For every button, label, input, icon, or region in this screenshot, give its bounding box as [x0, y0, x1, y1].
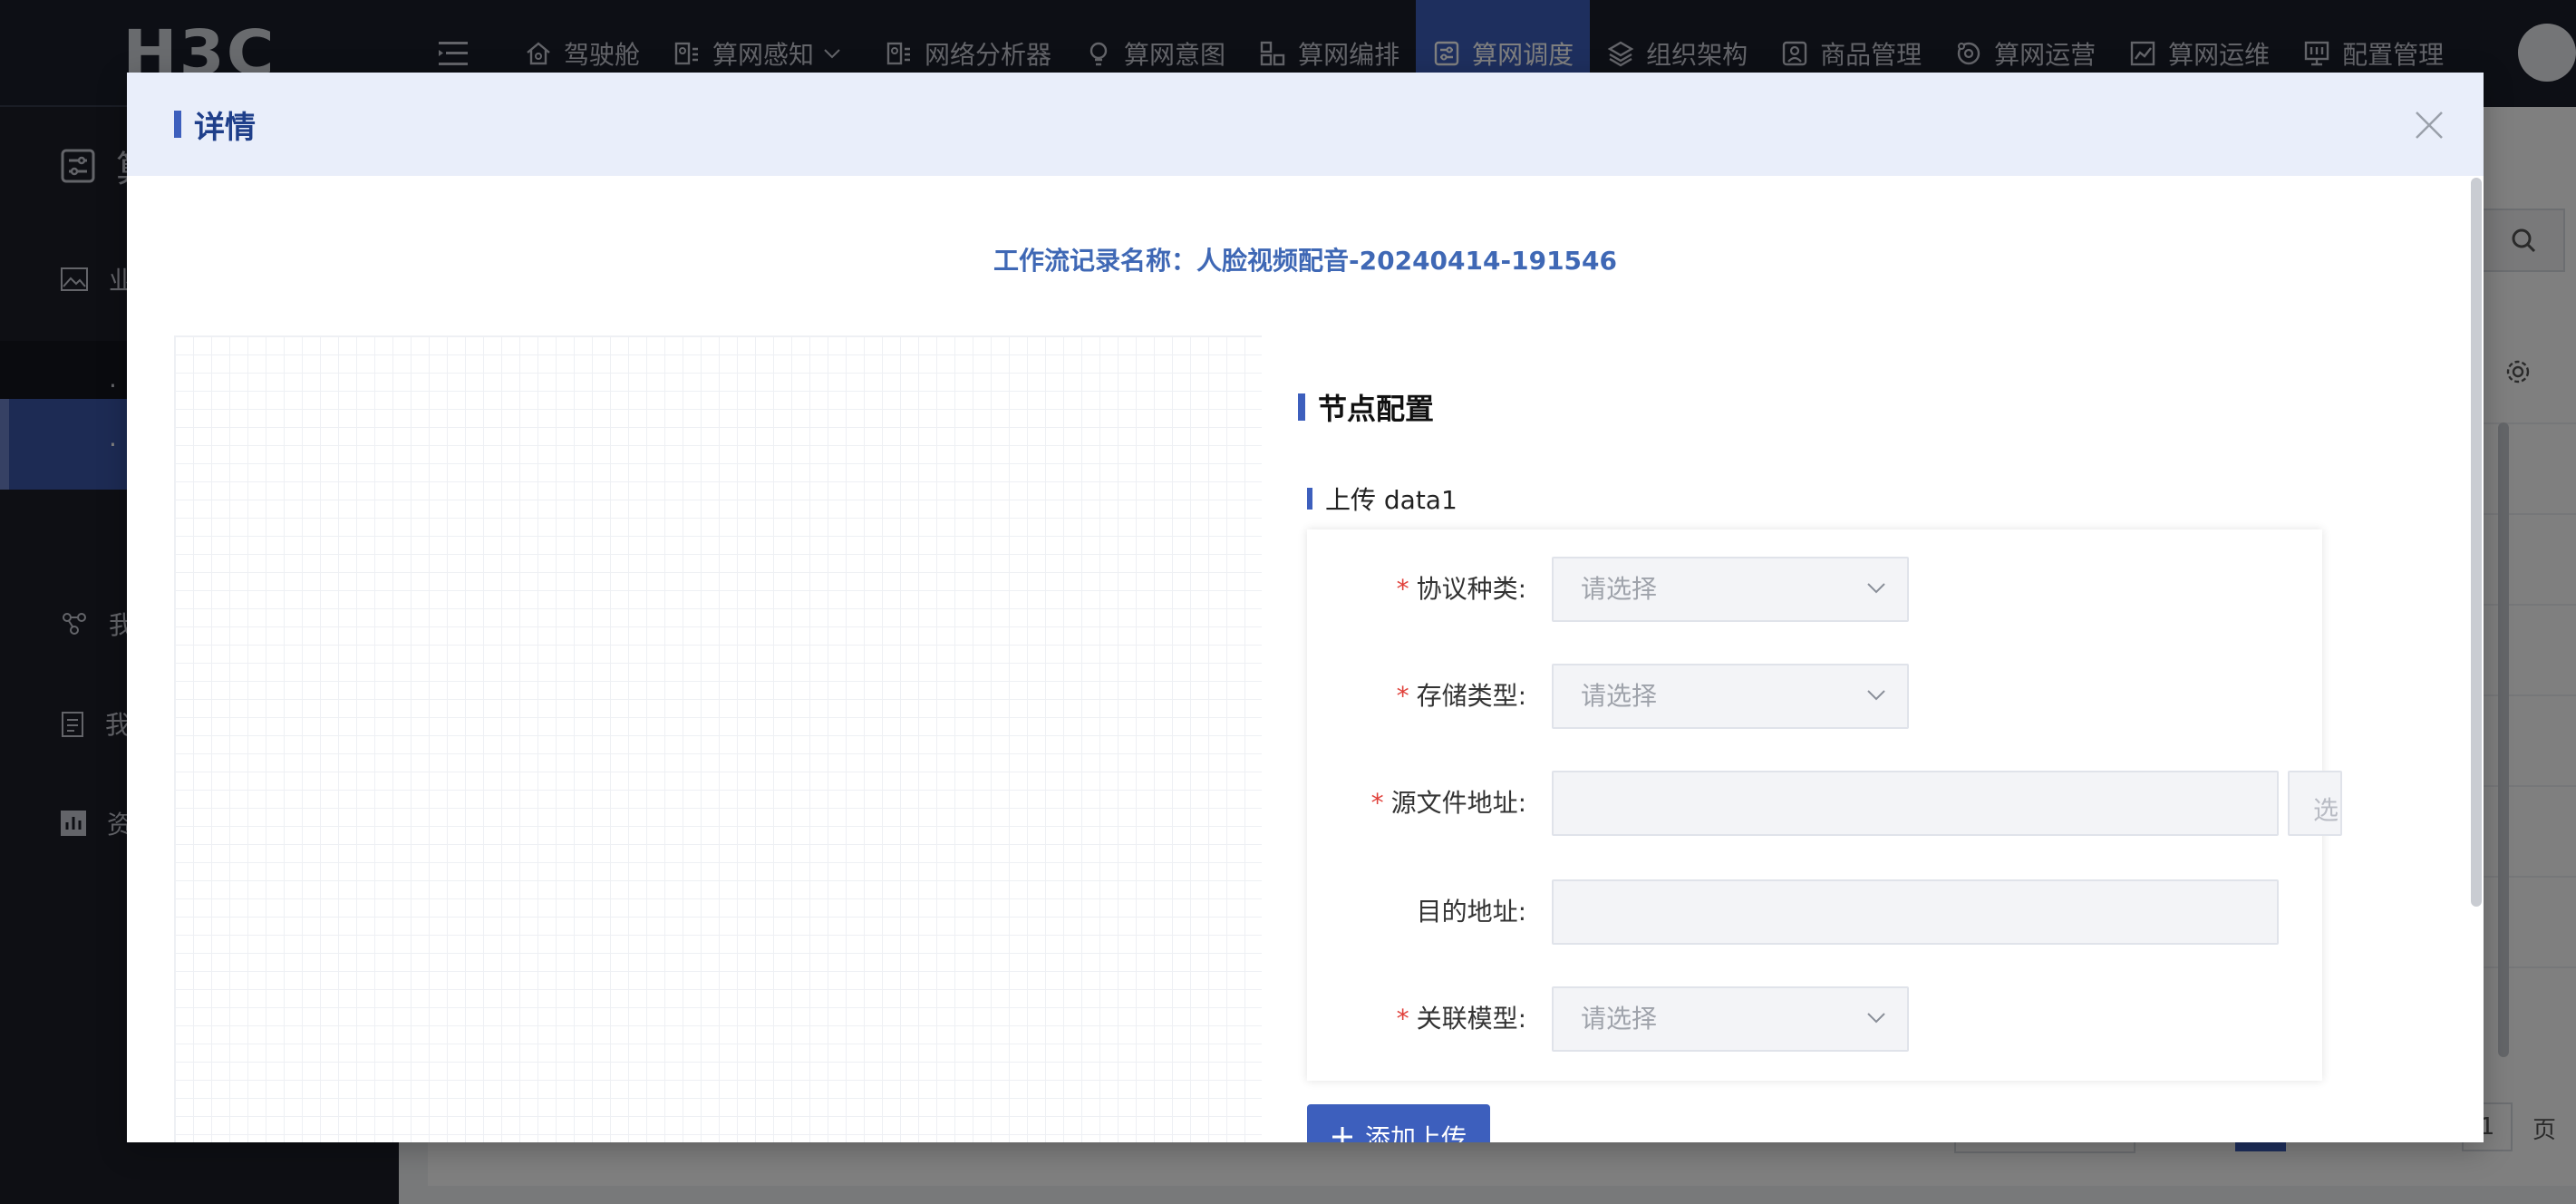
- storage-placeholder: 请选择: [1581, 681, 1658, 711]
- storage-select[interactable]: 请选择: [1552, 664, 1909, 729]
- add-upload-label: 添加上传: [1365, 1123, 1467, 1142]
- workflow-record-name: 工作流记录名称：人脸视频配音-20240414-191546: [127, 241, 2484, 277]
- form-row-target: 目的地址:: [1307, 879, 2322, 945]
- modal-title: 详情: [194, 109, 256, 146]
- required-mark: *: [1396, 574, 1409, 604]
- node-config-title: 节点配置: [1318, 392, 1435, 426]
- required-mark: *: [1396, 1004, 1409, 1034]
- title-accent-bar: [174, 111, 181, 138]
- node-config-section-title: 节点配置: [1298, 386, 1434, 428]
- target-label: 目的地址:: [1307, 879, 1526, 945]
- protocol-placeholder: 请选择: [1581, 574, 1658, 604]
- detail-modal: 详情 工作流记录名称：人脸视频配音-20240414-191546 节点配置 上…: [127, 73, 2484, 1142]
- form-row-protocol: * 协议种类: 请选择: [1307, 557, 2322, 622]
- add-upload-button[interactable]: 添加上传: [1307, 1104, 1490, 1142]
- source-label-text: 源文件地址:: [1390, 788, 1526, 818]
- model-select[interactable]: 请选择: [1552, 986, 1909, 1052]
- chevron-down-icon: [1867, 690, 1885, 701]
- section-accent-bar: [1298, 393, 1305, 421]
- chevron-down-icon: [1867, 583, 1885, 594]
- plus-icon: [1332, 1127, 1352, 1142]
- chevron-down-icon: [1867, 1013, 1885, 1024]
- source-address-input[interactable]: [1552, 771, 2279, 836]
- modal-scrollbar[interactable]: [2471, 178, 2482, 907]
- model-placeholder: 请选择: [1581, 1004, 1658, 1034]
- storage-label-text: 存储类型:: [1416, 681, 1526, 711]
- record-label: 工作流记录名称：: [993, 246, 1196, 276]
- target-address-input[interactable]: [1552, 879, 2279, 945]
- model-label: * 关联模型:: [1307, 986, 1526, 1052]
- record-value: 人脸视频配音-20240414-191546: [1196, 246, 1617, 276]
- protocol-select[interactable]: 请选择: [1552, 557, 1909, 622]
- storage-label: * 存储类型:: [1307, 664, 1526, 729]
- target-label-text: 目的地址:: [1416, 897, 1526, 927]
- modal-header: 详情: [127, 73, 2484, 176]
- form-row-storage: * 存储类型: 请选择: [1307, 664, 2322, 729]
- upload-node-label: 上传 data1: [1325, 485, 1457, 515]
- workflow-canvas[interactable]: [174, 335, 1262, 1142]
- protocol-label-text: 协议种类:: [1416, 574, 1526, 604]
- model-label-text: 关联模型:: [1416, 1004, 1526, 1034]
- upload-form-card: *协议种类: 请选择 *存储类型: 请选择 *源文件地址: 选 目的地址:: [1307, 529, 2342, 1081]
- form-row-source: * 源文件地址: 选: [1307, 771, 2342, 836]
- protocol-label: * 协议种类:: [1307, 557, 1526, 622]
- source-label: * 源文件地址:: [1307, 771, 1526, 836]
- close-button[interactable]: [2411, 107, 2447, 143]
- source-select-button[interactable]: 选: [2288, 771, 2342, 836]
- required-mark: *: [1396, 681, 1409, 711]
- close-icon: [2416, 112, 2443, 139]
- form-row-model: * 关联模型: 请选择: [1307, 986, 2322, 1052]
- upload-node-title: 上传 data1: [1307, 481, 1457, 517]
- node-accent-bar: [1307, 488, 1312, 510]
- required-mark: *: [1370, 788, 1384, 818]
- source-select-button-label: 选: [2313, 795, 2339, 825]
